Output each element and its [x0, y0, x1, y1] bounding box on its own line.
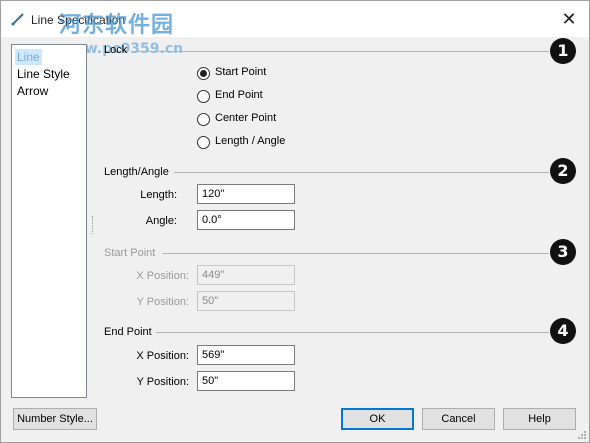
- number-style-button[interactable]: Number Style...: [13, 408, 97, 430]
- sidebar-item-line[interactable]: Line: [15, 49, 42, 65]
- end-y-label: Y Position:: [136, 376, 189, 388]
- start-y-input: 50": [197, 291, 295, 311]
- title-bar: Line Specification 河东软件园 www.pc0359.cn ✕: [1, 1, 589, 57]
- radio-center-point-label: Center Point: [215, 112, 277, 124]
- start-point-section-divider: [162, 253, 549, 254]
- length-angle-section-label: Length/Angle: [104, 166, 169, 178]
- watermark-line1: 河东软件园: [59, 13, 175, 38]
- start-x-label: X Position:: [136, 270, 189, 282]
- lock-section-divider: [135, 51, 549, 52]
- angle-input[interactable]: 0.0°: [197, 210, 295, 230]
- sidebar-item-arrow[interactable]: Arrow: [15, 83, 50, 99]
- line-specification-dialog: Line Specification 河东软件园 www.pc0359.cn ✕…: [0, 0, 590, 443]
- callout-badge-4: 4: [550, 318, 576, 344]
- start-point-section-label: Start Point: [104, 247, 156, 259]
- callout-badge-1: 1: [550, 38, 576, 64]
- cancel-button[interactable]: Cancel: [422, 408, 495, 430]
- radio-end-point-label: End Point: [215, 89, 263, 101]
- length-angle-section-divider: [174, 172, 549, 173]
- length-label: Length:: [140, 189, 177, 201]
- sidebar-item-line-style[interactable]: Line Style: [15, 66, 72, 82]
- ok-button[interactable]: OK: [341, 408, 414, 430]
- radio-length-angle[interactable]: [197, 136, 210, 149]
- radio-length-angle-label: Length / Angle: [215, 135, 286, 147]
- radio-center-point[interactable]: [197, 113, 210, 126]
- end-x-label: X Position:: [136, 350, 189, 362]
- end-point-section-label: End Point: [104, 326, 152, 338]
- close-icon[interactable]: ✕: [557, 7, 581, 31]
- callout-badge-3: 3: [550, 239, 576, 265]
- callout-badge-2: 2: [550, 158, 576, 184]
- resize-grip-icon[interactable]: [577, 430, 587, 440]
- end-x-input[interactable]: 569": [197, 345, 295, 365]
- start-x-input: 449": [197, 265, 295, 285]
- length-input[interactable]: 120": [197, 184, 295, 204]
- end-point-section-divider: [156, 332, 549, 333]
- radio-start-point[interactable]: [197, 67, 210, 80]
- radio-start-point-label: Start Point: [215, 66, 267, 78]
- radio-end-point[interactable]: [197, 90, 210, 103]
- angle-label: Angle:: [145, 215, 177, 227]
- start-y-label: Y Position:: [136, 296, 189, 308]
- app-icon: [11, 13, 24, 26]
- help-button[interactable]: Help: [503, 408, 576, 430]
- end-y-input[interactable]: 50": [197, 371, 295, 391]
- lock-section-label: Lock: [104, 44, 128, 56]
